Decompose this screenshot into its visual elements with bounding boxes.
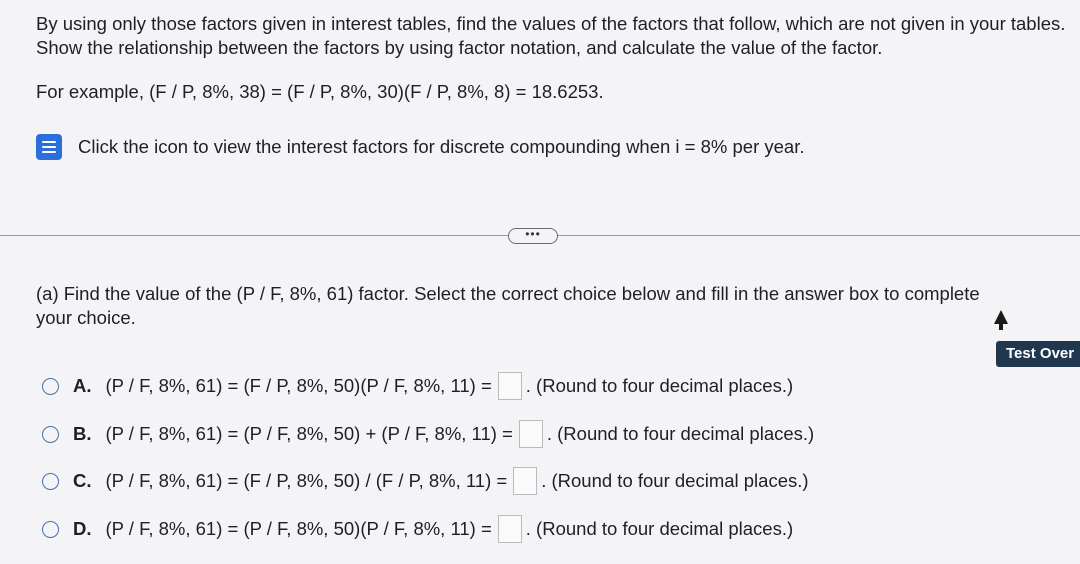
expand-more-button[interactable]: ••• xyxy=(508,228,558,244)
interest-factors-link[interactable]: Click the icon to view the interest fact… xyxy=(36,134,805,160)
question-text: (a) Find the value of the (P / F, 8%, 61… xyxy=(36,283,980,328)
choice-b[interactable]: B. (P / F, 8%, 61) = (P / F, 8%, 50) + (… xyxy=(42,420,814,448)
choice-letter: A. xyxy=(73,375,92,396)
choice-a[interactable]: A. (P / F, 8%, 61) = (F / P, 8%, 50)(P /… xyxy=(42,372,793,400)
round-note: . (Round to four decimal places.) xyxy=(546,423,815,444)
round-note: . (Round to four decimal places.) xyxy=(541,470,809,491)
choice-c[interactable]: C. (P / F, 8%, 61) = (F / P, 8%, 50) / (… xyxy=(42,467,809,495)
radio-button[interactable] xyxy=(42,520,59,538)
choice-letter: B. xyxy=(73,423,92,444)
book-icon[interactable] xyxy=(36,134,62,160)
answer-input[interactable] xyxy=(518,420,543,448)
choice-letter: C. xyxy=(73,470,92,491)
answer-input[interactable] xyxy=(513,467,538,495)
instructions-text: By using only those factors given in int… xyxy=(36,13,1066,58)
choice-expression: (P / F, 8%, 61) = (P / F, 8%, 50)(P / F,… xyxy=(105,518,492,539)
choice-d[interactable]: D. (P / F, 8%, 61) = (P / F, 8%, 50)(P /… xyxy=(42,515,793,543)
test-overview-button[interactable]: Test Over xyxy=(996,341,1080,367)
round-note: . (Round to four decimal places.) xyxy=(525,518,794,539)
choice-expression: (P / F, 8%, 61) = (F / P, 8%, 50)(P / F,… xyxy=(105,375,492,396)
answer-input[interactable] xyxy=(497,372,522,400)
choice-letter: D. xyxy=(73,518,92,539)
mouse-cursor-tail xyxy=(999,322,1003,330)
radio-button[interactable] xyxy=(42,377,59,395)
example-text: For example, (F / P, 8%, 38) = (F / P, 8… xyxy=(36,81,604,102)
choice-expression: (P / F, 8%, 61) = (P / F, 8%, 50) + (P /… xyxy=(105,423,513,444)
round-note: . (Round to four decimal places.) xyxy=(525,375,794,396)
choice-expression: (P / F, 8%, 61) = (F / P, 8%, 50) / (F /… xyxy=(105,470,508,491)
hint-text: Click the icon to view the interest fact… xyxy=(78,136,805,157)
radio-button[interactable] xyxy=(42,472,59,490)
radio-button[interactable] xyxy=(42,425,59,443)
answer-input[interactable] xyxy=(497,515,522,543)
